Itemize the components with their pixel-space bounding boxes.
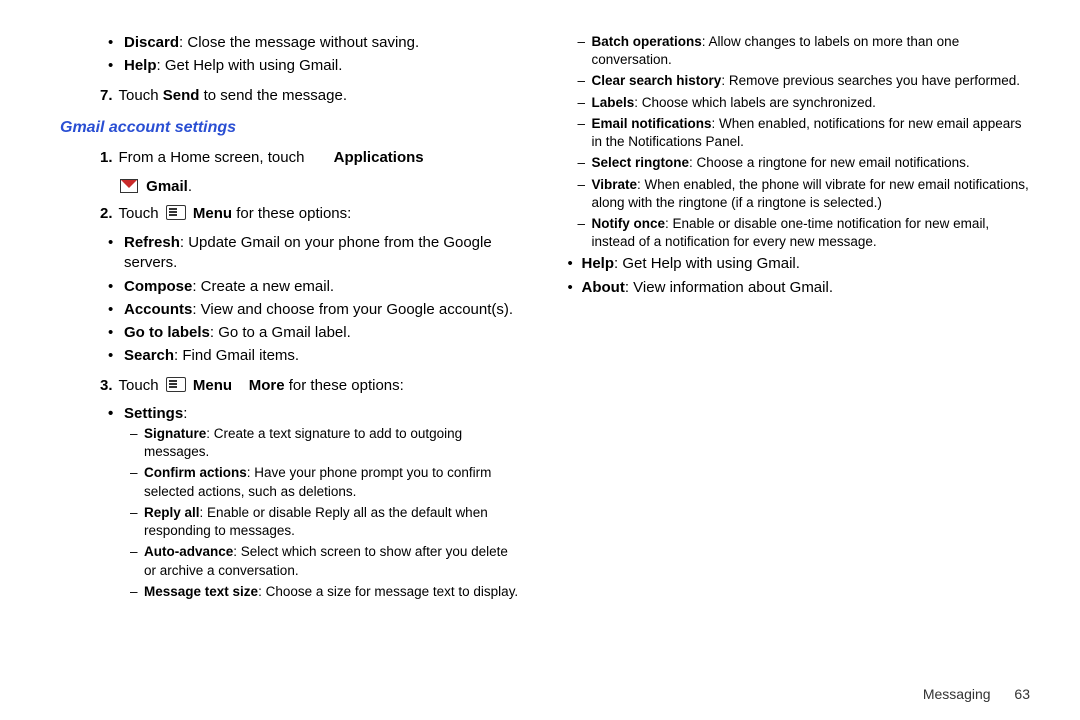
sub-labels: Labels: Choose which labels are synchron… [578,94,1031,112]
page-footer: Messaging 63 [923,686,1030,702]
bullet-discard: Discard: Close the message without savin… [108,33,523,53]
menu-icon [166,377,186,392]
bullet-help: Help: Get Help with using Gmail. [108,56,523,76]
menu-opt-search: Search: Find Gmail items. [108,346,523,366]
sub-email-notifications: Email notifications: When enabled, notif… [578,115,1031,151]
more-bullet-help: Help: Get Help with using Gmail. [568,254,1031,274]
sub-batch-operations: Batch operations: Allow changes to label… [578,33,1031,69]
footer-page-number: 63 [1014,686,1030,702]
gmail-icon [120,179,138,193]
sub-clear-search-history: Clear search history: Remove previous se… [578,72,1031,90]
menu-opt-go-to-labels: Go to labels: Go to a Gmail label. [108,323,523,343]
left-column: Discard: Close the message without savin… [60,30,553,700]
sub-reply-all: Reply all: Enable or disable Reply all a… [130,504,523,540]
sub-message-text-size: Message text size: Choose a size for mes… [130,583,523,601]
step-1: 1.From a Home screen, touch Applications [100,147,523,170]
footer-section: Messaging [923,686,991,702]
menu-opt-refresh: Refresh: Update Gmail on your phone from… [108,233,523,274]
sub-vibrate: Vibrate: When enabled, the phone will vi… [578,176,1031,212]
step-3: 3.Touch Menu More for these options: [100,375,523,398]
sub-signature: Signature: Create a text signature to ad… [130,425,523,461]
menu-opt-accounts: Accounts: View and choose from your Goog… [108,300,523,320]
settings-label: Settings: [108,405,523,422]
heading-gmail-account-settings: Gmail account settings [60,119,523,137]
sub-notify-once: Notify once: Enable or disable one-time … [578,215,1031,251]
sub-confirm-actions: Confirm actions: Have your phone prompt … [130,464,523,500]
step-2: 2.Touch Menu for these options: [100,203,523,226]
sub-select-ringtone: Select ringtone: Choose a ringtone for n… [578,154,1031,172]
right-column: Batch operations: Allow changes to label… [553,30,1041,700]
sub-auto-advance: Auto-advance: Select which screen to sho… [130,543,523,579]
page-content: Discard: Close the message without savin… [0,0,1080,720]
more-bullet-about: About: View information about Gmail. [568,278,1031,298]
menu-icon [166,205,186,220]
step-7: 7.Touch Send to send the message. [100,85,523,108]
menu-opt-compose: Compose: Create a new email. [108,277,523,297]
step-1-gmail: Gmail. [60,178,523,195]
